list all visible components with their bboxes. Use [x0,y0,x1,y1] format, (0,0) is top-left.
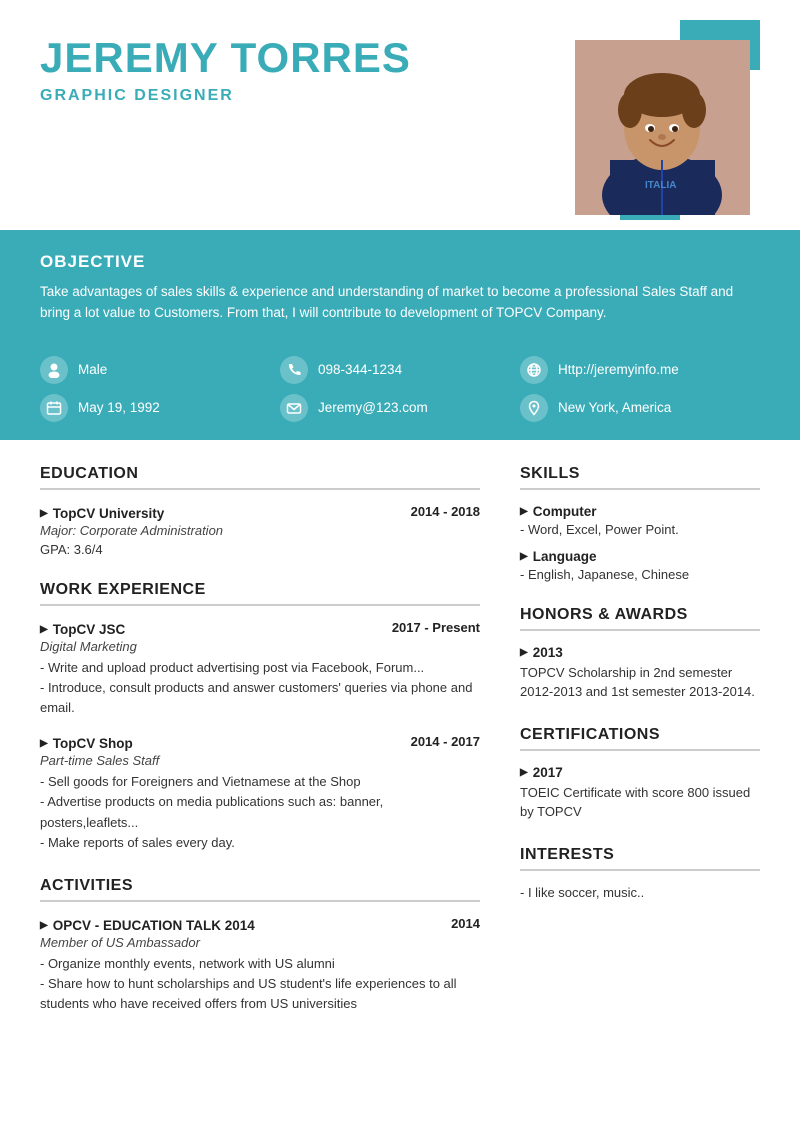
globe-icon [520,356,548,384]
objective-content: OBJECTIVE Take advantages of sales skill… [40,252,760,324]
candidate-title: GRAPHIC DESIGNER [40,87,550,105]
certifications-title: CERTIFICATIONS [520,726,760,751]
honor-year-0: 2013 [520,645,760,660]
email-icon [280,394,308,422]
objective-section: OBJECTIVE Take advantages of sales skill… [0,230,800,346]
skills-title: SKILLS [520,465,760,490]
interests-text: - I like soccer, music.. [520,885,760,900]
education-gpa-0: GPA: 3.6/4 [40,542,480,557]
info-dob: May 19, 1992 [40,394,280,422]
work-company-1: TopCV Shop [40,736,133,751]
honors-section: HONORS & AWARDS 2013 TOPCV Scholarship i… [520,606,760,702]
info-website: Http://jeremyinfo.me [520,356,760,384]
activity-entry-header-0: OPCV - EDUCATION TALK 2014 2014 [40,916,480,933]
calendar-icon [40,394,68,422]
photo-area: ITALIA [550,30,760,190]
work-entry-1: TopCV Shop 2014 - 2017 Part-time Sales S… [40,734,480,853]
work-details-0: - Write and upload product advertising p… [40,658,480,718]
info-email: Jeremy@123.com [280,394,520,422]
activity-dates-0: 2014 [451,916,480,931]
activities-section: ACTIVITIES OPCV - EDUCATION TALK 2014 20… [40,877,480,1014]
activities-title: ACTIVITIES [40,877,480,902]
honor-text-0: TOPCV Scholarship in 2nd semester 2012-2… [520,663,760,702]
phone-value: 098-344-1234 [318,362,402,377]
skill-entry-1: Language - English, Japanese, Chinese [520,549,760,582]
work-dates-0: 2017 - Present [392,620,480,635]
work-experience-section: WORK EXPERIENCE TopCV JSC 2017 - Present… [40,581,480,853]
education-major-0: Major: Corporate Administration [40,523,480,538]
work-entry-0: TopCV JSC 2017 - Present Digital Marketi… [40,620,480,718]
info-gender: Male [40,356,280,384]
work-entry-header-0: TopCV JSC 2017 - Present [40,620,480,637]
candidate-name: JEREMY TORRES [40,35,550,81]
skills-section: SKILLS Computer - Word, Excel, Power Poi… [520,465,760,582]
resume-container: JEREMY TORRES GRAPHIC DESIGNER [0,0,800,1121]
location-icon [520,394,548,422]
education-entry-0: TopCV University 2014 - 2018 Major: Corp… [40,504,480,557]
objective-title: OBJECTIVE [40,252,760,272]
activity-subtitle-0: Member of US Ambassador [40,935,480,950]
skill-name-0: Computer [520,504,760,519]
header-text: JEREMY TORRES GRAPHIC DESIGNER [40,30,550,105]
honors-title: HONORS & AWARDS [520,606,760,631]
email-value: Jeremy@123.com [318,400,428,415]
dob-value: May 19, 1992 [78,400,160,415]
skill-name-1: Language [520,549,760,564]
work-subtitle-1: Part-time Sales Staff [40,753,480,768]
education-dates-0: 2014 - 2018 [411,504,480,519]
work-experience-title: WORK EXPERIENCE [40,581,480,606]
honor-entry-0: 2013 TOPCV Scholarship in 2nd semester 2… [520,645,760,702]
interests-title: INTERESTS [520,846,760,871]
info-section: Male 098-344-1234 Http://jeremyinfo.me [0,346,800,440]
left-column: EDUCATION TopCV University 2014 - 2018 M… [40,465,480,1038]
activity-details-0: - Organize monthly events, network with … [40,954,480,1014]
website-value: Http://jeremyinfo.me [558,362,679,377]
work-details-1: - Sell goods for Foreigners and Vietname… [40,772,480,853]
skill-detail-1: - English, Japanese, Chinese [520,567,760,582]
location-value: New York, America [558,400,671,415]
main-content: EDUCATION TopCV University 2014 - 2018 M… [0,440,800,1068]
info-phone: 098-344-1234 [280,356,520,384]
header-section: JEREMY TORRES GRAPHIC DESIGNER [0,0,800,190]
activity-entry-0: OPCV - EDUCATION TALK 2014 2014 Member o… [40,916,480,1014]
right-column: SKILLS Computer - Word, Excel, Power Poi… [520,465,760,1038]
phone-icon [280,356,308,384]
certifications-section: CERTIFICATIONS 2017 TOEIC Certificate wi… [520,726,760,822]
svg-text:ITALIA: ITALIA [645,180,676,191]
skill-detail-0: - Word, Excel, Power Point. [520,522,760,537]
activity-name-0: OPCV - EDUCATION TALK 2014 [40,918,255,933]
person-icon [40,356,68,384]
education-section: EDUCATION TopCV University 2014 - 2018 M… [40,465,480,557]
education-title: EDUCATION [40,465,480,490]
gender-value: Male [78,362,107,377]
cert-text-0: TOEIC Certificate with score 800 issued … [520,783,760,822]
work-dates-1: 2014 - 2017 [411,734,480,749]
work-company-0: TopCV JSC [40,622,125,637]
cert-entry-0: 2017 TOEIC Certificate with score 800 is… [520,765,760,822]
education-school-0: TopCV University [40,506,164,521]
objective-text: Take advantages of sales skills & experi… [40,282,760,324]
work-subtitle-0: Digital Marketing [40,639,480,654]
skill-entry-0: Computer - Word, Excel, Power Point. [520,504,760,537]
candidate-photo: ITALIA [575,40,750,215]
work-entry-header-1: TopCV Shop 2014 - 2017 [40,734,480,751]
cert-year-0: 2017 [520,765,760,780]
interests-section: INTERESTS - I like soccer, music.. [520,846,760,900]
education-entry-header-0: TopCV University 2014 - 2018 [40,504,480,521]
info-location: New York, America [520,394,760,422]
